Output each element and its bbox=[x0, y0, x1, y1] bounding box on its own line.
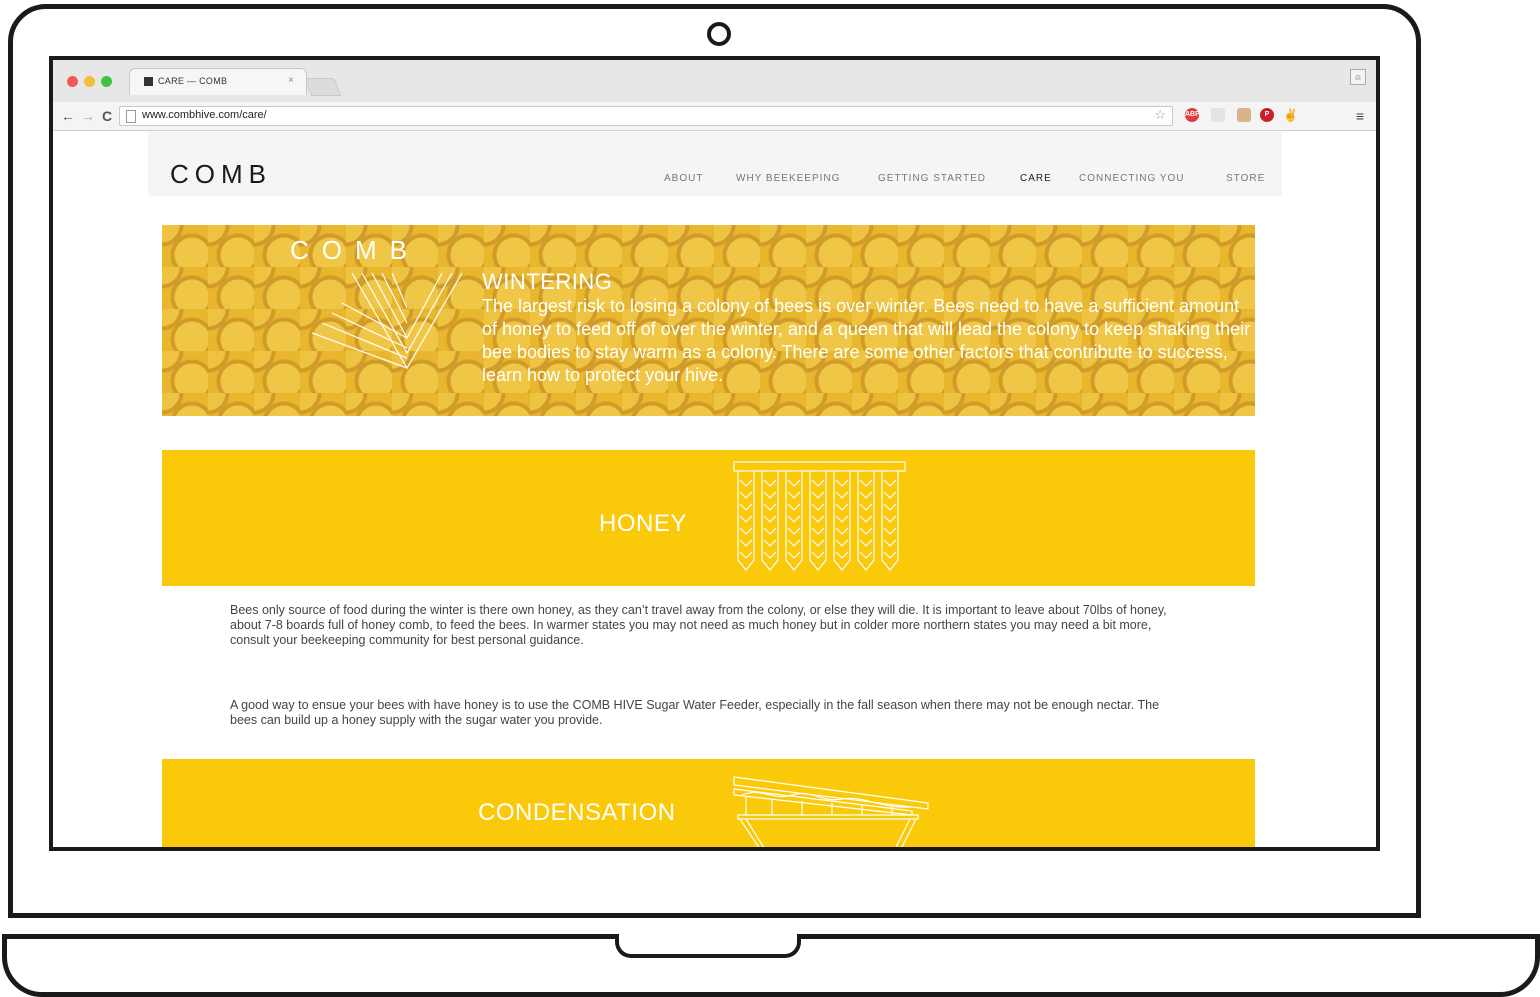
nav-getting-started[interactable]: GETTING STARTED bbox=[878, 173, 986, 184]
stack-icon[interactable] bbox=[1237, 108, 1251, 122]
maximize-window-icon[interactable] bbox=[101, 76, 112, 87]
honey-title: HONEY bbox=[599, 510, 687, 537]
browser-toolbar: ← → C www.combhive.com/care/ ☆ ABP P ✌ ≡ bbox=[53, 102, 1376, 131]
hive-roof-icon bbox=[733, 776, 929, 847]
nav-about[interactable]: ABOUT bbox=[664, 173, 703, 184]
favicon-icon bbox=[144, 77, 153, 86]
hero-body: The largest risk to losing a colony of b… bbox=[482, 296, 1251, 385]
nav-store[interactable]: STORE bbox=[1226, 173, 1265, 184]
condensation-section-header: CONDENSATION bbox=[162, 759, 1255, 847]
site-logo[interactable]: COMB bbox=[170, 159, 272, 190]
hero-title: WINTERING bbox=[482, 269, 613, 294]
minimize-window-icon[interactable] bbox=[84, 76, 95, 87]
profile-icon[interactable]: ⍝ bbox=[1350, 69, 1366, 85]
forward-arrow-icon[interactable]: → bbox=[81, 107, 95, 125]
screen: CARE — COMB × ⍝ ← → C www.combhive.com/c… bbox=[49, 56, 1380, 851]
tab-close-icon[interactable]: × bbox=[288, 75, 294, 86]
bug-icon[interactable]: ✌ bbox=[1283, 108, 1298, 122]
browser-tab[interactable]: CARE — COMB × bbox=[129, 68, 307, 95]
honey-paragraph-2: A good way to ensue your bees with have … bbox=[230, 698, 1160, 727]
nav-why-beekeeping[interactable]: WHY BEEKEEPING bbox=[736, 173, 840, 184]
back-arrow-icon[interactable]: ← bbox=[61, 107, 75, 125]
site-header: COMB ABOUT WHY BEEKEEPING GETTING STARTE… bbox=[148, 131, 1282, 196]
url-text[interactable]: www.combhive.com/care/ bbox=[142, 109, 267, 121]
page-icon bbox=[126, 110, 136, 123]
hero-banner: COMB WINTERING The largest risk to losin… bbox=[162, 225, 1255, 416]
laptop-notch bbox=[615, 934, 801, 958]
hive-frames-icon bbox=[733, 461, 906, 571]
honey-paragraph-1: Bees only source of food during the wint… bbox=[230, 603, 1167, 647]
close-window-icon[interactable] bbox=[67, 76, 78, 87]
new-tab-button[interactable] bbox=[304, 78, 342, 96]
adblock-icon[interactable]: ABP bbox=[1185, 108, 1200, 122]
hero-logo: COMB bbox=[290, 235, 420, 265]
honey-section-header: HONEY bbox=[162, 450, 1255, 586]
pinterest-icon[interactable]: P bbox=[1260, 108, 1274, 122]
tab-title: CARE — COMB bbox=[158, 76, 228, 86]
menu-icon[interactable]: ≡ bbox=[1356, 108, 1364, 124]
comb-v-mark-icon bbox=[312, 273, 462, 370]
nav-connecting-you[interactable]: CONNECTING YOU bbox=[1079, 173, 1185, 184]
camera-icon bbox=[707, 22, 731, 46]
star-icon[interactable]: ☆ bbox=[1154, 107, 1166, 123]
address-bar[interactable]: www.combhive.com/care/ ☆ bbox=[119, 106, 1173, 126]
shield-icon[interactable] bbox=[1211, 108, 1225, 122]
condensation-title: CONDENSATION bbox=[478, 799, 676, 826]
web-page: COMB ABOUT WHY BEEKEEPING GETTING STARTE… bbox=[53, 131, 1376, 847]
tab-strip: CARE — COMB × ⍝ bbox=[53, 60, 1376, 102]
reload-icon[interactable]: C bbox=[102, 107, 112, 125]
nav-care[interactable]: CARE bbox=[1020, 173, 1052, 184]
